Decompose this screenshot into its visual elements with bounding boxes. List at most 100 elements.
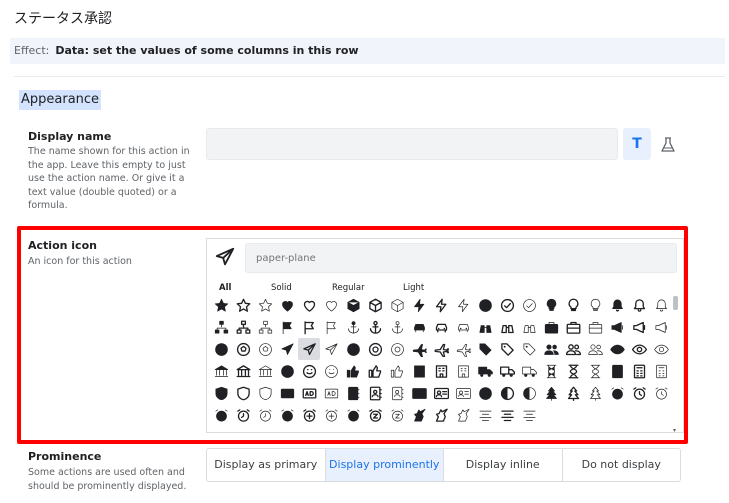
alicorn-icon[interactable]: .inner{fill:none;stroke:#ffffff;} .dot{f… xyxy=(408,404,430,426)
users-regular-icon[interactable]: .inner{fill:none;stroke:#202124;} .dot{f… xyxy=(562,338,584,360)
tree-regular-icon[interactable]: .inner{fill:none;stroke:#202124;} .dot{f… xyxy=(562,382,584,404)
cube-icon[interactable]: .inner{fill:none;stroke:#ffffff;} .dot{f… xyxy=(342,294,364,316)
futbol-light-icon[interactable]: .inner{fill:none;stroke:#202124;} .dot{f… xyxy=(254,338,276,360)
car-icon[interactable]: .inner{fill:none;stroke:#ffffff;} .dot{f… xyxy=(408,316,430,338)
university-icon[interactable]: .inner{fill:none;stroke:#ffffff;} .dot{f… xyxy=(210,360,232,382)
car-light-icon[interactable]: .inner{fill:none;stroke:#202124;} .dot{f… xyxy=(452,316,474,338)
tab-regular[interactable]: Regular xyxy=(332,283,365,293)
tag-light-icon[interactable]: .inner{fill:none;stroke:#202124;} .dot{f… xyxy=(518,338,540,360)
address-card-icon[interactable]: .inner{fill:none;stroke:#ffffff;} .dot{f… xyxy=(408,382,430,404)
text-mode-button[interactable]: T xyxy=(623,128,651,160)
paper-plane-regular-icon[interactable]: .inner{fill:none;stroke:#202124;} .dot{f… xyxy=(298,338,320,360)
address-book-regular-icon[interactable]: .inner{fill:none;stroke:#202124;} .dot{f… xyxy=(364,382,386,404)
plane-regular-icon[interactable]: .inner{fill:none;stroke:#202124;} .dot{f… xyxy=(430,338,452,360)
address-card-regular-icon[interactable]: .inner{fill:none;stroke:#202124;} .dot{f… xyxy=(430,382,452,404)
alarm-clock-light-icon[interactable]: .inner{fill:none;stroke:#202124;} .dot{f… xyxy=(650,382,672,404)
bullhorn-light-icon[interactable]: .inner{fill:none;stroke:#202124;} .dot{f… xyxy=(650,316,672,338)
alarm-clock-icon[interactable]: .inner{fill:none;stroke:#ffffff;} .dot{f… xyxy=(606,382,628,404)
sitemap-regular-icon[interactable]: .inner{fill:none;stroke:#202124;} .dot{f… xyxy=(232,316,254,338)
tab-all[interactable]: All xyxy=(219,283,231,293)
smile-regular-icon[interactable]: .inner{fill:none;stroke:#202124;} .dot{f… xyxy=(298,360,320,382)
bolt-regular-icon[interactable]: .inner{fill:none;stroke:#202124;} .dot{f… xyxy=(430,294,452,316)
icon-search-input[interactable] xyxy=(245,243,677,273)
star-regular-icon[interactable]: .inner{fill:none;stroke:#202124;} .dot{f… xyxy=(232,294,254,316)
truck-regular-icon[interactable]: .inner{fill:none;stroke:#202124;} .dot{f… xyxy=(496,360,518,382)
anchor-regular-icon[interactable]: .inner{fill:none;stroke:#202124;} .dot{f… xyxy=(364,316,386,338)
car-regular-icon[interactable]: .inner{fill:none;stroke:#202124;} .dot{f… xyxy=(430,316,452,338)
ad-regular-icon[interactable]: .inner{fill:none;stroke:#202124;} .dot{f… xyxy=(298,382,320,404)
building-light-icon[interactable]: .inner{fill:none;stroke:#202124;} .dot{f… xyxy=(452,360,474,382)
ad-icon[interactable]: .inner{fill:none;stroke:#ffffff;} .dot{f… xyxy=(276,382,298,404)
check-circle-regular-icon[interactable]: .inner{fill:none;stroke:#202124;} .dot{f… xyxy=(496,294,518,316)
icon-grid-scrollbar[interactable] xyxy=(673,294,679,431)
futbol-regular-icon[interactable]: .inner{fill:none;stroke:#202124;} .dot{f… xyxy=(232,338,254,360)
prominence-option-none[interactable]: Do not display xyxy=(563,449,681,481)
university-light-icon[interactable]: .inner{fill:none;stroke:#202124;} .dot{f… xyxy=(254,360,276,382)
alarm-snooze-light-icon[interactable]: .inner{fill:none;stroke:#202124;} .dot{f… xyxy=(386,404,408,426)
lightbulb-regular-icon[interactable]: .inner{fill:none;stroke:#202124;} .dot{f… xyxy=(562,294,584,316)
smile-icon[interactable]: .inner{fill:none;stroke:#ffffff;} .dot{f… xyxy=(276,360,298,382)
paper-plane-light-icon[interactable]: .inner{fill:none;stroke:#202124;} .dot{f… xyxy=(320,338,342,360)
hourglass-regular-icon[interactable]: .inner{fill:none;stroke:#202124;} .dot{f… xyxy=(562,360,584,382)
adjust-icon[interactable]: .inner{fill:none;stroke:#ffffff;} .dot{f… xyxy=(474,382,496,404)
binoculars-icon[interactable]: .inner{fill:none;stroke:#ffffff;} .dot{f… xyxy=(474,316,496,338)
alarm-clock-alt-icon[interactable]: .inner{fill:none;stroke:#ffffff;} .dot{f… xyxy=(210,404,232,426)
bullhorn-icon[interactable]: .inner{fill:none;stroke:#ffffff;} .dot{f… xyxy=(606,316,628,338)
shield-regular-icon[interactable]: .inner{fill:none;stroke:#202124;} .dot{f… xyxy=(232,382,254,404)
eye-regular-icon[interactable]: .inner{fill:none;stroke:#202124;} .dot{f… xyxy=(628,338,650,360)
anchor-icon[interactable]: .inner{fill:none;stroke:#ffffff;} .dot{f… xyxy=(342,316,364,338)
sitemap-icon[interactable]: .inner{fill:none;stroke:#ffffff;} .dot{f… xyxy=(210,316,232,338)
users-light-icon[interactable]: .inner{fill:none;stroke:#202124;} .dot{f… xyxy=(584,338,606,360)
bullhorn-regular-icon[interactable]: .inner{fill:none;stroke:#202124;} .dot{f… xyxy=(628,316,650,338)
adjust-regular-icon[interactable]: .inner{fill:none;stroke:#202124;} .dot{f… xyxy=(496,382,518,404)
align-center-light-icon[interactable]: .inner{fill:none;stroke:#202124;} .dot{f… xyxy=(518,404,540,426)
heart-regular-icon[interactable]: .inner{fill:none;stroke:#202124;} .dot{f… xyxy=(298,294,320,316)
calculator-light-icon[interactable]: .inner{fill:none;stroke:#202124;} .dot{f… xyxy=(650,360,672,382)
cube-light-icon[interactable]: .inner{fill:none;stroke:#202124;} .dot{f… xyxy=(386,294,408,316)
eye-icon[interactable]: .inner{fill:none;stroke:#ffffff;} .dot{f… xyxy=(606,338,628,360)
adjust-light-icon[interactable]: .inner{fill:none;stroke:#202124;} .dot{f… xyxy=(518,382,540,404)
bolt-light-icon[interactable]: .inner{fill:none;stroke:#202124;} .dot{f… xyxy=(452,294,474,316)
paper-plane-icon[interactable]: .inner{fill:none;stroke:#ffffff;} .dot{f… xyxy=(276,338,298,360)
alicorn-regular-icon[interactable]: .inner{fill:none;stroke:#202124;} .dot{f… xyxy=(430,404,452,426)
university-regular-icon[interactable]: .inner{fill:none;stroke:#202124;} .dot{f… xyxy=(232,360,254,382)
plane-light-icon[interactable]: .inner{fill:none;stroke:#202124;} .dot{f… xyxy=(452,338,474,360)
prominence-option-primary[interactable]: Display as primary xyxy=(207,449,326,481)
life-ring-light-icon[interactable]: .inner{fill:none;stroke:#202124;} .dot{f… xyxy=(386,338,408,360)
check-circle-icon[interactable]: .inner{fill:none;stroke:#ffffff;} .dot{f… xyxy=(474,294,496,316)
users-icon[interactable]: .inner{fill:none;stroke:#ffffff;} .dot{f… xyxy=(540,338,562,360)
life-ring-icon[interactable]: .inner{fill:none;stroke:#ffffff;} .dot{f… xyxy=(342,338,364,360)
life-ring-regular-icon[interactable]: .inner{fill:none;stroke:#202124;} .dot{f… xyxy=(364,338,386,360)
ad-light-icon[interactable]: .inner{fill:none;stroke:#202124;} .dot{f… xyxy=(320,382,342,404)
shield-light-icon[interactable]: .inner{fill:none;stroke:#202124;} .dot{f… xyxy=(254,382,276,404)
tab-light[interactable]: Light xyxy=(403,283,424,293)
sitemap-light-icon[interactable]: .inner{fill:none;stroke:#202124;} .dot{f… xyxy=(254,316,276,338)
briefcase-light-icon[interactable]: .inner{fill:none;stroke:#202124;} .dot{f… xyxy=(584,316,606,338)
align-center-regular-icon[interactable]: .inner{fill:none;stroke:#202124;} .dot{f… xyxy=(496,404,518,426)
bell-light-icon[interactable]: .inner{fill:none;stroke:#202124;} .dot{f… xyxy=(650,294,672,316)
briefcase-icon[interactable]: .inner{fill:none;stroke:#ffffff;} .dot{f… xyxy=(540,316,562,338)
lightbulb-icon[interactable]: .inner{fill:none;stroke:#ffffff;} .dot{f… xyxy=(540,294,562,316)
alarm-plus-icon[interactable]: .inner{fill:none;stroke:#ffffff;} .dot{f… xyxy=(276,404,298,426)
tree-icon[interactable]: .inner{fill:none;stroke:#ffffff;} .dot{f… xyxy=(540,382,562,404)
calculator-icon[interactable]: .inner{fill:none;stroke:#ffffff;} .dot{f… xyxy=(606,360,628,382)
formula-mode-button[interactable] xyxy=(655,128,681,160)
tree-light-icon[interactable]: .inner{fill:none;stroke:#202124;} .dot{f… xyxy=(584,382,606,404)
address-book-icon[interactable]: .inner{fill:none;stroke:#ffffff;} .dot{f… xyxy=(342,382,364,404)
address-card-light-icon[interactable]: .inner{fill:none;stroke:#202124;} .dot{f… xyxy=(452,382,474,404)
thumbs-up-regular-icon[interactable]: .inner{fill:none;stroke:#202124;} .dot{f… xyxy=(364,360,386,382)
star-icon[interactable]: .inner{fill:none;stroke:#ffffff;} .dot{f… xyxy=(210,294,232,316)
anchor-light-icon[interactable]: .inner{fill:none;stroke:#202124;} .dot{f… xyxy=(386,316,408,338)
address-book-light-icon[interactable]: .inner{fill:none;stroke:#202124;} .dot{f… xyxy=(386,382,408,404)
bolt-icon[interactable]: .inner{fill:none;stroke:#ffffff;} .dot{f… xyxy=(408,294,430,316)
bell-regular-icon[interactable]: .inner{fill:none;stroke:#202124;} .dot{f… xyxy=(628,294,650,316)
building-icon[interactable]: .inner{fill:none;stroke:#ffffff;} .dot{f… xyxy=(408,360,430,382)
heart-light-icon[interactable]: .inner{fill:none;stroke:#202124;} .dot{f… xyxy=(320,294,342,316)
alarm-clock-alt-regular-icon[interactable]: .inner{fill:none;stroke:#202124;} .dot{f… xyxy=(232,404,254,426)
plane-icon[interactable]: .inner{fill:none;stroke:#ffffff;} .dot{f… xyxy=(408,338,430,360)
prominence-option-inline[interactable]: Display inline xyxy=(444,449,563,481)
flag-icon[interactable]: .inner{fill:none;stroke:#ffffff;} .dot{f… xyxy=(276,316,298,338)
shield-icon[interactable]: .inner{fill:none;stroke:#ffffff;} .dot{f… xyxy=(210,382,232,404)
binoculars-regular-icon[interactable]: .inner{fill:none;stroke:#202124;} .dot{f… xyxy=(496,316,518,338)
alarm-snooze-icon[interactable]: .inner{fill:none;stroke:#ffffff;} .dot{f… xyxy=(342,404,364,426)
